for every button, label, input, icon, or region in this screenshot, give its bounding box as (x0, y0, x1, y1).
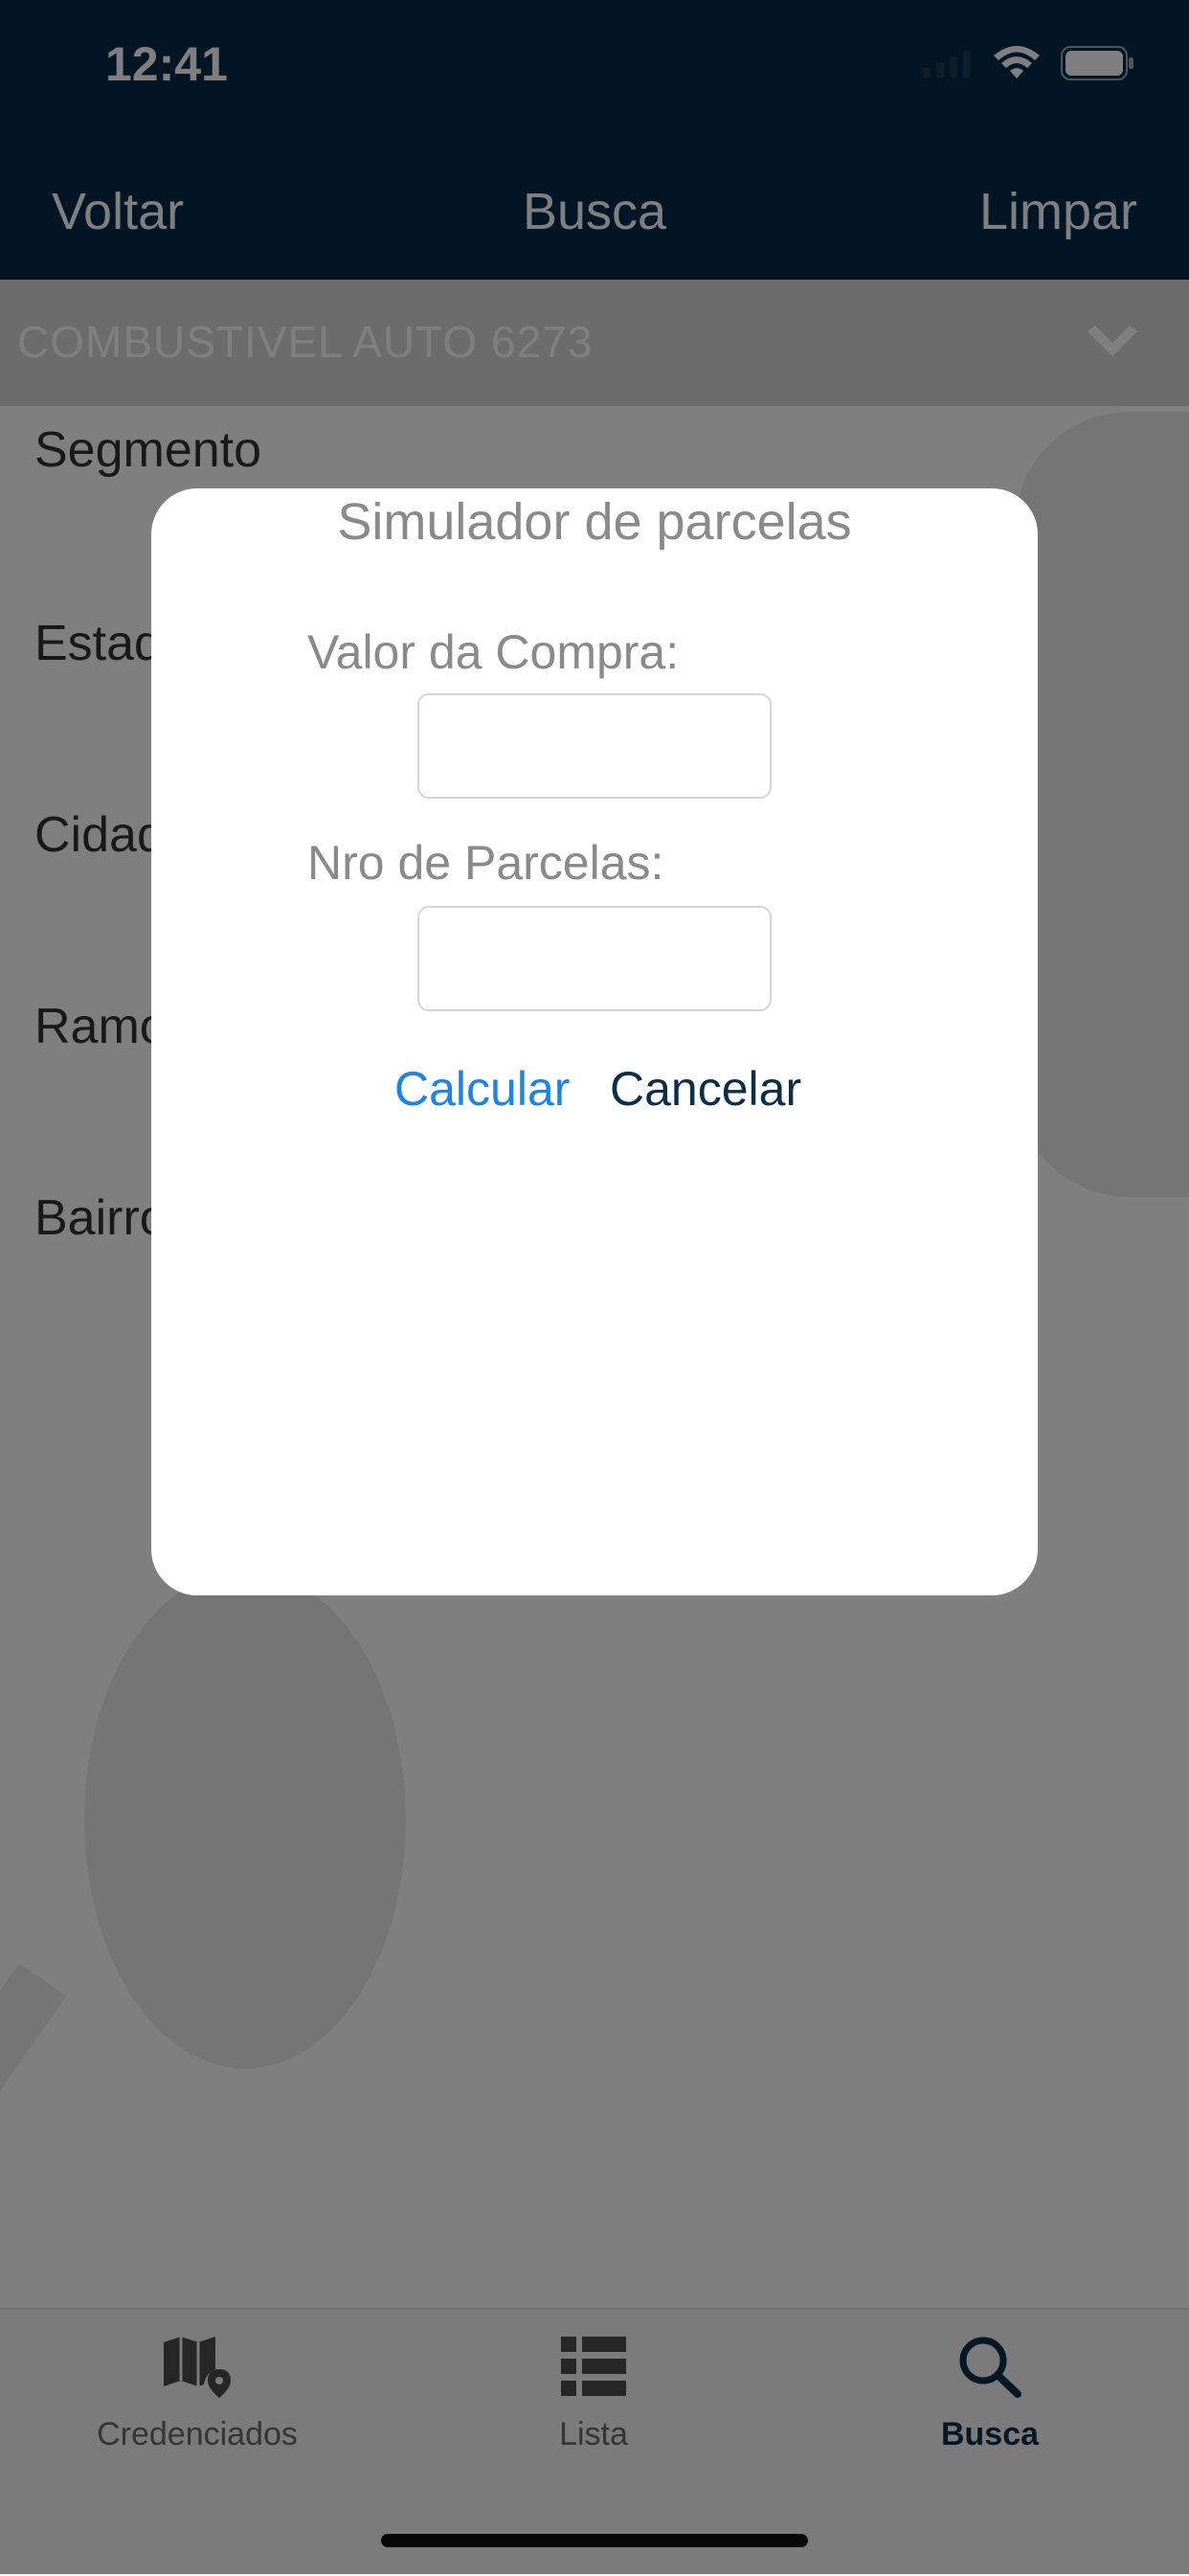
installments-label: Nro de Parcelas: (307, 836, 664, 890)
calculate-button[interactable]: Calcular (394, 1061, 570, 1117)
purchase-value-label: Valor da Compra: (307, 625, 680, 679)
dialog-title: Simulador de parcelas (337, 493, 852, 551)
purchase-value-input[interactable] (417, 693, 772, 799)
installments-input[interactable] (417, 906, 772, 1011)
cancel-button[interactable]: Cancelar (610, 1061, 801, 1117)
